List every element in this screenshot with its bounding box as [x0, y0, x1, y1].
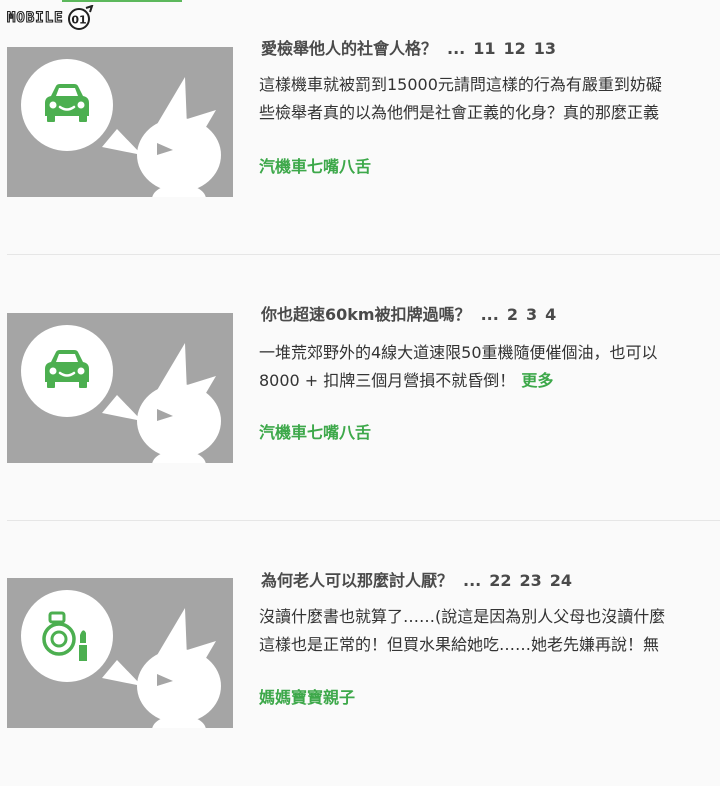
- post-thumbnail[interactable]: [7, 47, 233, 197]
- page-link[interactable]: 24: [550, 571, 572, 590]
- pagination-ellipsis: ...: [447, 39, 466, 58]
- chatter-illustration: [21, 325, 221, 463]
- post-category-link[interactable]: 汽機車七嘴八舌: [259, 153, 371, 177]
- chatter-illustration: [21, 59, 221, 197]
- post-title-text[interactable]: 為何老人可以那麼討人厭？: [261, 571, 453, 590]
- excerpt-line: 一堆荒郊野外的4線大道速限50重機隨便催個油，也可以: [259, 343, 658, 362]
- post-title[interactable]: 為何老人可以那麼討人厭？... 22 23 24: [261, 567, 572, 591]
- page-link[interactable]: 13: [534, 39, 556, 58]
- post-category-link[interactable]: 汽機車七嘴八舌: [259, 419, 371, 443]
- post-category-link[interactable]: 媽媽寶寶親子: [259, 684, 355, 708]
- pagination-ellipsis: ...: [463, 571, 482, 590]
- page-link[interactable]: 12: [504, 39, 526, 58]
- more-link[interactable]: 更多: [521, 371, 553, 390]
- page-link[interactable]: 4: [545, 305, 556, 324]
- car-icon: [45, 84, 89, 122]
- forum-post: 愛檢舉他人的社會人格？... 11 12 13 這樣機車就被罰到15000元請問這樣的…: [0, 0, 720, 254]
- post-title-text[interactable]: 你也超速60km被扣牌過嗎？: [261, 305, 471, 324]
- page-link[interactable]: 23: [520, 571, 542, 590]
- excerpt-text: 8000 + 扣牌三個月營損不就昏倒！: [259, 371, 516, 390]
- pagination-ellipsis: ...: [480, 305, 499, 324]
- excerpt-line-with-more: 8000 + 扣牌三個月營損不就昏倒！ 更多: [259, 367, 720, 395]
- excerpt-line: 這樣也是正常的！但買水果給她吃……她老先嫌再說！無: [259, 635, 660, 654]
- post-excerpt: 這樣機車就被罰到15000元請問這樣的行為有嚴重到妨礙 些檢舉者真的以為他們是社…: [259, 71, 720, 127]
- page-link[interactable]: 3: [526, 305, 537, 324]
- post-thumbnail[interactable]: [7, 313, 233, 463]
- excerpt-line: 沒讀什麼書也就算了……(說這是因為別人父母也沒讀什麼: [259, 607, 666, 626]
- post-excerpt: 一堆荒郊野外的4線大道速限50重機隨便催個油，也可以 8000 + 扣牌三個月營…: [259, 339, 720, 395]
- post-title[interactable]: 愛檢舉他人的社會人格？... 11 12 13: [261, 35, 556, 59]
- post-divider: [7, 520, 720, 521]
- makeup-icon: [42, 611, 87, 661]
- forum-post: 為何老人可以那麼討人厭？... 22 23 24 沒讀什麼書也就算了……(說這是因為別…: [0, 520, 720, 786]
- post-thumbnail[interactable]: [7, 578, 233, 728]
- page-link[interactable]: 11: [473, 39, 495, 58]
- page-link[interactable]: 22: [489, 571, 511, 590]
- forum-post: 你也超速60km被扣牌過嗎？... 2 3 4 一堆荒郊野外的4線大道速限50重機隨便…: [0, 254, 720, 520]
- page-link[interactable]: 2: [507, 305, 518, 324]
- post-title-text[interactable]: 愛檢舉他人的社會人格？: [261, 39, 437, 58]
- post-divider: [7, 254, 720, 255]
- post-excerpt: 沒讀什麼書也就算了……(說這是因為別人父母也沒讀什麼 這樣也是正常的！但買水果給…: [259, 603, 720, 659]
- car-icon: [45, 350, 89, 388]
- post-title[interactable]: 你也超速60km被扣牌過嗎？... 2 3 4: [261, 301, 556, 325]
- excerpt-line: 這樣機車就被罰到15000元請問這樣的行為有嚴重到妨礙: [259, 75, 662, 94]
- excerpt-line: 些檢舉者真的以為他們是社會正義的化身？真的那麼正義: [259, 103, 660, 122]
